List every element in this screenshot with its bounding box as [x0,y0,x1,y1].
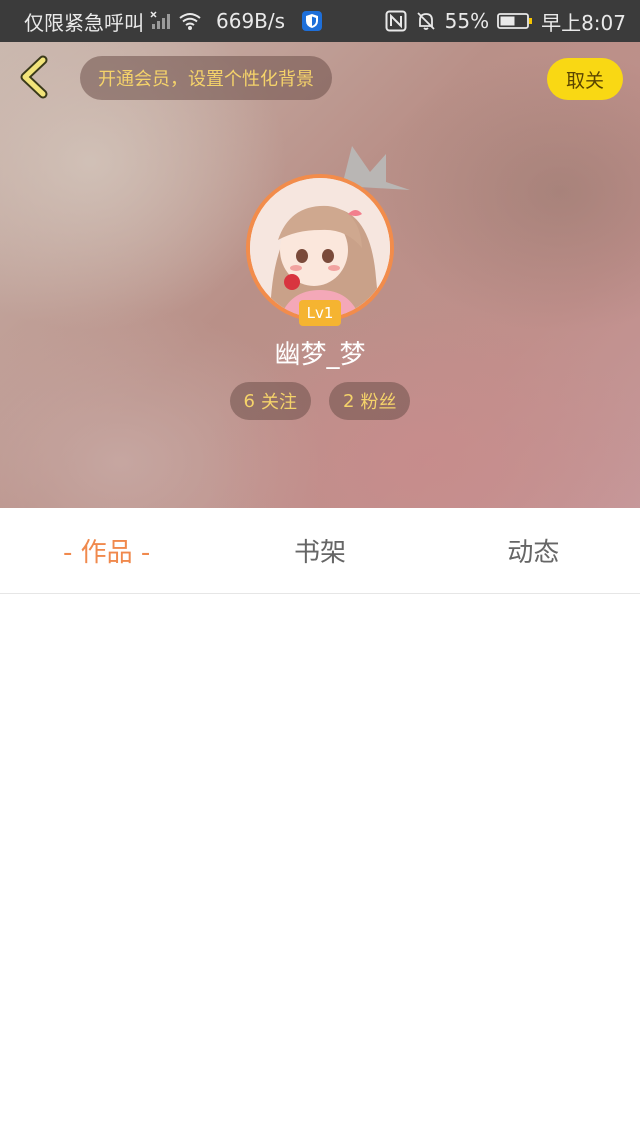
avatar-illustration [250,178,390,318]
battery-icon [497,12,533,30]
signal-no-service-icon [150,11,172,31]
level-badge: Lv1 [299,300,341,326]
back-button[interactable] [14,54,54,104]
mute-bell-icon [415,10,437,32]
tab-content-area [0,595,640,1138]
nfc-icon [385,10,407,32]
unfollow-button[interactable]: 取关 [547,58,623,100]
fans-label: 粉丝 [360,392,397,413]
tab-works[interactable]: - 作品 - [0,508,213,593]
following-count: 6 [243,390,255,412]
following-pill[interactable]: 6 关注 [229,382,311,420]
fans-pill[interactable]: 2 粉丝 [329,382,411,420]
username: 幽梦_梦 [274,340,366,370]
fans-count: 2 [343,390,355,412]
stats-row: 6 关注 2 粉丝 [0,382,640,420]
tab-bookshelf[interactable]: 书架 [213,508,426,593]
following-label: 关注 [261,392,297,413]
wifi-icon [178,11,202,31]
carrier-text: 仅限紧急呼叫 [24,10,144,35]
security-shield-icon [301,10,323,32]
battery-percent: 55% [444,9,490,33]
clock: 早上8:07 [541,10,626,35]
status-bar: 仅限紧急呼叫 669B/s 55% 早上8:07 [0,0,640,42]
profile-tabs: - 作品 - 书架 动态 [0,508,640,594]
tab-activity[interactable]: 动态 [427,508,640,593]
back-arrow-icon [17,54,51,104]
network-speed: 669B/s [216,9,286,33]
vip-background-banner[interactable]: 开通会员，设置个性化背景 [80,56,332,100]
profile-header: 开通会员，设置个性化背景 取关 Lv1 幽梦_梦 6 关注 2 粉丝 [0,42,640,508]
